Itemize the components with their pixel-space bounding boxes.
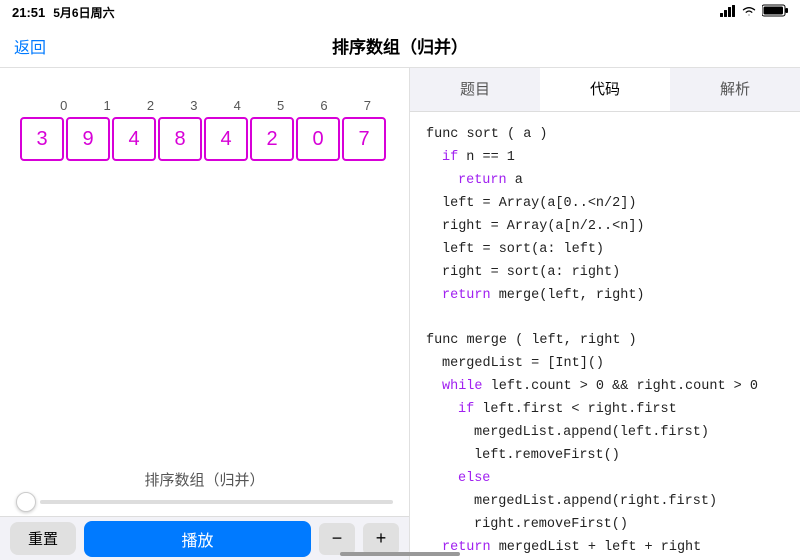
- array-index-6: 6: [302, 98, 345, 113]
- code-line-10: mergedList = [Int](): [426, 353, 784, 376]
- array-box-7: 7: [342, 117, 386, 161]
- array-label: 排序数组（归并）: [0, 469, 409, 490]
- code-line-4: right = Array(a[n/2..<n]): [426, 216, 784, 239]
- code-line-11: while left.count > 0 && right.count > 0: [426, 376, 784, 399]
- array-index-3: 3: [172, 98, 215, 113]
- back-button[interactable]: 返回: [14, 34, 46, 58]
- code-line-3: left = Array(a[0..<n/2]): [426, 193, 784, 216]
- minus-button[interactable]: −: [319, 523, 355, 555]
- array-index-0: 0: [42, 98, 85, 113]
- tabs: 题目代码解析: [410, 68, 800, 112]
- code-line-9: func merge ( left, right ): [426, 330, 784, 353]
- left-panel: 01234567 39484207 排序数组（归并） 重置 播放 − +: [0, 68, 410, 560]
- array-index-7: 7: [346, 98, 389, 113]
- code-line-0: func sort ( a ): [426, 124, 784, 147]
- array-box-5: 2: [250, 117, 294, 161]
- plus-button[interactable]: +: [363, 523, 399, 555]
- array-index-5: 5: [259, 98, 302, 113]
- code-line-8: [426, 308, 784, 331]
- code-line-16: mergedList.append(right.first): [426, 491, 784, 514]
- tab-代码[interactable]: 代码: [540, 68, 670, 111]
- status-bar: 21:51 5月6日周六: [0, 0, 800, 24]
- code-line-12: if left.first < right.first: [426, 399, 784, 422]
- code-line-1: if n == 1: [426, 147, 784, 170]
- signal-icon: [720, 5, 736, 20]
- slider-thumb[interactable]: [16, 492, 36, 512]
- nav-bar: 返回 排序数组（归并）: [0, 24, 800, 68]
- tab-解析[interactable]: 解析: [670, 68, 800, 111]
- array-index-2: 2: [129, 98, 172, 113]
- page-title: 排序数组（归并）: [332, 33, 468, 58]
- code-line-7: return merge(left, right): [426, 285, 784, 308]
- code-line-13: mergedList.append(left.first): [426, 422, 784, 445]
- code-line-6: right = sort(a: right): [426, 262, 784, 285]
- battery-icon: [762, 4, 788, 20]
- play-button[interactable]: 播放: [84, 521, 311, 557]
- slider-track[interactable]: [40, 500, 393, 504]
- code-line-2: return a: [426, 170, 784, 193]
- array-boxes: 39484207: [20, 117, 389, 161]
- array-box-2: 4: [112, 117, 156, 161]
- status-time: 21:51: [12, 5, 45, 20]
- right-panel: 题目代码解析 func sort ( a )if n == 1return al…: [410, 68, 800, 560]
- array-indices: 01234567: [42, 98, 389, 113]
- code-line-15: else: [426, 468, 784, 491]
- status-icons: [720, 4, 788, 20]
- slider-area: [0, 492, 409, 512]
- reset-button[interactable]: 重置: [10, 522, 76, 555]
- array-section: 01234567 39484207: [0, 68, 409, 171]
- array-box-4: 4: [204, 117, 248, 161]
- array-box-1: 9: [66, 117, 110, 161]
- code-line-14: left.removeFirst(): [426, 445, 784, 468]
- code-line-5: left = sort(a: left): [426, 239, 784, 262]
- array-box-6: 0: [296, 117, 340, 161]
- home-indicator: [340, 552, 460, 556]
- tab-题目[interactable]: 题目: [410, 68, 540, 111]
- array-box-3: 8: [158, 117, 202, 161]
- main-layout: 01234567 39484207 排序数组（归并） 重置 播放 − + 题目代…: [0, 68, 800, 560]
- code-line-17: right.removeFirst(): [426, 514, 784, 537]
- array-box-0: 3: [20, 117, 64, 161]
- status-date: 5月6日周六: [53, 4, 114, 21]
- wifi-icon: [741, 5, 757, 20]
- array-index-4: 4: [216, 98, 259, 113]
- array-index-1: 1: [85, 98, 128, 113]
- code-line-18: return mergedList + left + right: [426, 537, 784, 560]
- code-area[interactable]: func sort ( a )if n == 1return aleft = A…: [410, 112, 800, 560]
